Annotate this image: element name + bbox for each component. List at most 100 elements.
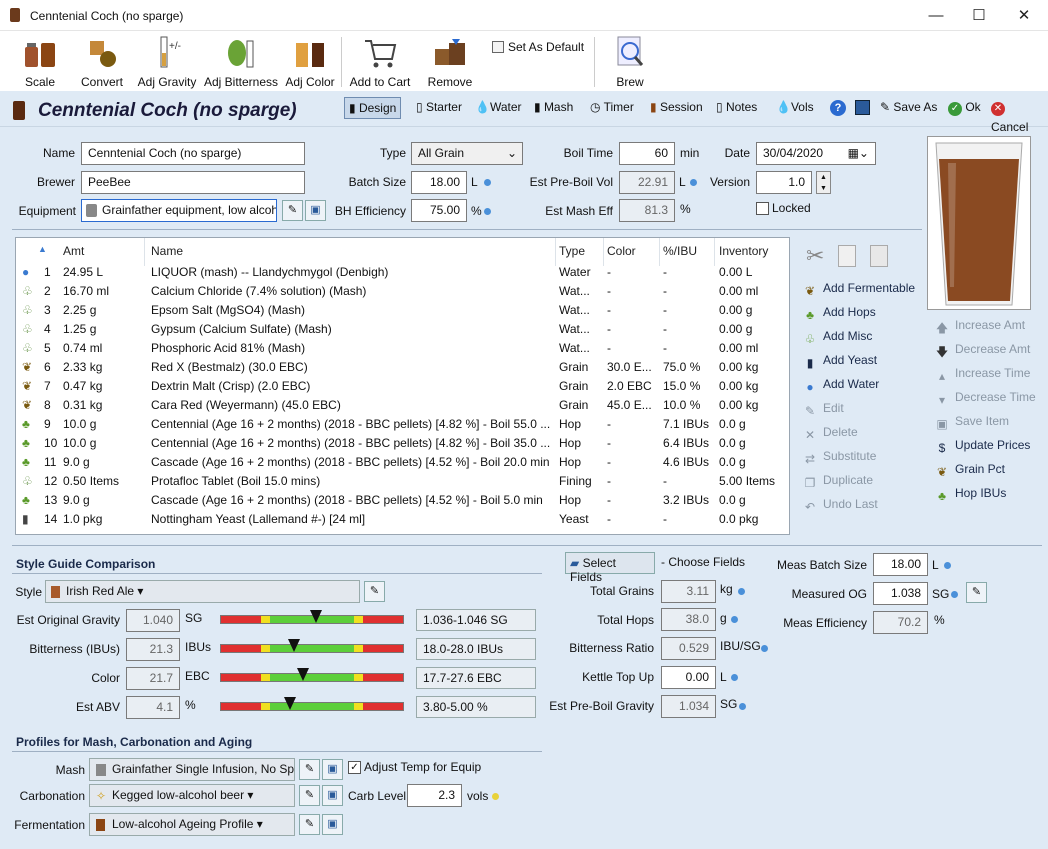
mash-profile-combo[interactable]: Grainfather Single Infusion, No Spa [89, 758, 295, 781]
grain-pct-button[interactable]: ❦ Grain Pct [934, 458, 1005, 480]
cancel-button[interactable]: ✕ Cancel [987, 97, 1048, 134]
window-title: Cenntenial Coch (no sparge) [30, 9, 184, 23]
table-row[interactable]: ❦ 7 0.47 kg Dextrin Malt (Crisp) (2.0 EBC) G… [16, 377, 789, 396]
version-field[interactable]: 1.0 [756, 171, 812, 194]
tab-water-label: Water [489, 100, 522, 114]
maximize-button[interactable]: ☐ [956, 0, 1002, 31]
table-row[interactable]: ● 1 24.95 L LIQUOR (mash) -- Llandychmygol … [16, 263, 789, 282]
brewer-field[interactable]: PeeBee [81, 171, 305, 194]
edit-style-icon[interactable]: ✎ [364, 581, 385, 602]
minimize-button[interactable]: — [913, 0, 959, 31]
bh-efficiency-field[interactable]: 75.00 [411, 199, 467, 222]
column-name[interactable]: Name [151, 244, 183, 258]
adj-gravity-button[interactable]: +/- Adj Gravity [136, 35, 198, 89]
table-row[interactable]: ♧ 4 1.25 g Gypsum (Calcium Sulfate) (Mash) W… [16, 320, 789, 339]
hydrometer-tool-icon[interactable]: ✎ [966, 582, 987, 603]
table-row[interactable]: ♧ 3 2.25 g Epsom Salt (MgSO4) (Mash) Wat... -… [16, 301, 789, 320]
table-row[interactable]: ♧ 12 0.50 Items Protafloc Tablet (Boil 15.0… [16, 472, 789, 491]
column-amt[interactable]: Amt [63, 244, 84, 258]
style-combo[interactable]: Irish Red Ale ▾ [45, 580, 360, 603]
increase-time-button[interactable]: ▴ Increase Time [934, 362, 1030, 384]
copy-icon[interactable] [838, 245, 856, 267]
tab-notes[interactable]: ▯ Notes [712, 97, 761, 119]
hop-icon: ♣ [22, 417, 30, 431]
adjust-temp-checkbox[interactable]: ✓ [348, 761, 361, 774]
cell-inv: 0.0 g [719, 417, 746, 431]
edit-equipment-icon[interactable]: ✎ [282, 200, 303, 221]
ok-button[interactable]: ✓ Ok [944, 97, 985, 119]
table-row[interactable]: ❦ 6 2.33 kg Red X (Bestmalz) (30.0 EBC) Grai… [16, 358, 789, 377]
save-carbonation-icon[interactable]: ▣ [322, 785, 343, 806]
add-fermentable-button[interactable]: ❦ Add Fermentable [802, 277, 915, 299]
table-row[interactable]: ♣ 11 9.0 g Cascade (Age 16 + 2 months) (201… [16, 453, 789, 472]
tab-timer[interactable]: ◷ Timer [586, 97, 638, 119]
table-row[interactable]: ♣ 9 10.0 g Centennial (Age 16 + 2 months) (… [16, 415, 789, 434]
puzzle-icon: ▰ [570, 556, 580, 570]
substitute-button[interactable]: ⇄ Substitute [802, 445, 876, 467]
hop-ibus-button[interactable]: ♣ Hop IBUs [934, 482, 1006, 504]
meas-batch-size-field[interactable]: 18.00 [873, 553, 928, 576]
close-button[interactable]: ✕ [1001, 0, 1047, 31]
sort-icon[interactable]: ▲ [38, 244, 47, 254]
kettle-top-up-field[interactable]: 0.00 [661, 666, 716, 689]
batch-size-field[interactable]: 18.00 [411, 171, 467, 194]
add-to-cart-button[interactable]: Add to Cart [348, 35, 412, 89]
version-spinner[interactable]: ▲ ▼ [816, 171, 831, 194]
table-row[interactable]: ♣ 13 9.0 g Cascade (Age 16 + 2 months) (201… [16, 491, 789, 510]
convert-button[interactable]: Convert [78, 35, 126, 89]
decrease-amt-button[interactable]: 🡇 Decrease Amt [934, 338, 1031, 360]
tab-water[interactable]: 💧Water [471, 97, 526, 119]
update-prices-button[interactable]: $ Update Prices [934, 434, 1031, 456]
edit-button[interactable]: ✎ Edit [802, 397, 844, 419]
carb-level-field[interactable]: 2.3 [407, 784, 462, 807]
add-yeast-button[interactable]: ▮ Add Yeast [802, 349, 877, 371]
save-icon[interactable] [855, 100, 870, 115]
add-misc-button[interactable]: ♧ Add Misc [802, 325, 873, 347]
help-icon[interactable]: ? [830, 100, 846, 116]
table-row[interactable]: ♧ 2 16.70 ml Calcium Chloride (7.4% solutio… [16, 282, 789, 301]
tab-starter[interactable]: ▯ Starter [412, 97, 466, 119]
locked-checkbox[interactable] [756, 202, 769, 215]
column-color[interactable]: Color [607, 244, 636, 258]
delete-button[interactable]: ✕ Delete [802, 421, 858, 443]
paste-icon[interactable] [870, 245, 888, 267]
tab-vols[interactable]: 💧Vols [772, 97, 818, 119]
increase-amt-button[interactable]: 🡅 Increase Amt [934, 314, 1025, 336]
select-fields-button[interactable]: ▰ Select Fields [565, 552, 655, 584]
add-hops-button[interactable]: ♣ Add Hops [802, 301, 876, 323]
equipment-combo[interactable]: Grainfather equipment, low alcoh [81, 199, 277, 222]
save-item-button[interactable]: ▣ Save Item [934, 410, 1009, 432]
date-picker[interactable]: 30/04/2020 ▦⌄ [756, 142, 876, 165]
set-as-default-button[interactable]: Set As Default [492, 40, 584, 54]
decrease-time-button[interactable]: ▾ Decrease Time [934, 386, 1036, 408]
boil-time-field[interactable]: 60 [619, 142, 675, 165]
edit-mash-icon[interactable]: ✎ [299, 759, 320, 780]
measured-og-field[interactable]: 1.038 [873, 582, 928, 605]
fermentation-combo[interactable]: Low-alcohol Ageing Profile ▾ [89, 813, 295, 836]
duplicate-button[interactable]: ❐ Duplicate [802, 469, 873, 491]
name-field[interactable]: Cenntenial Coch (no sparge) [81, 142, 305, 165]
tab-design[interactable]: ▮ Design [344, 97, 402, 119]
table-row[interactable]: ♧ 5 0.74 ml Phosphoric Acid 81% (Mash) Wat..… [16, 339, 789, 358]
column-ibu[interactable]: %/IBU [663, 244, 697, 258]
table-row[interactable]: ❦ 8 0.31 kg Cara Red (Weyermann) (45.0 EBC)… [16, 396, 789, 415]
undo-last-button[interactable]: ↶ Undo Last [802, 493, 878, 515]
table-row[interactable]: ♣ 10 10.0 g Centennial (Age 16 + 2 months) … [16, 434, 789, 453]
save-fermentation-icon[interactable]: ▣ [322, 814, 343, 835]
column-inventory[interactable]: Inventory [719, 244, 768, 258]
cut-icon[interactable]: ✂ [806, 243, 824, 269]
type-select[interactable]: All Grain ⌄ [411, 142, 523, 165]
tab-mash[interactable]: ▮ Mash [530, 97, 577, 119]
adj-bitterness-button[interactable]: Adj Bitterness [203, 35, 279, 89]
cell-type: Hop [559, 455, 582, 469]
tab-session[interactable]: ▮ Session [646, 97, 707, 119]
carbonation-combo[interactable]: ✧ Kegged low-alcohol beer ▾ [89, 784, 295, 807]
table-row[interactable]: ▮ 14 1.0 pkg Nottingham Yeast (Lallemand #-… [16, 510, 789, 529]
column-type[interactable]: Type [559, 244, 585, 258]
adj-color-button[interactable]: Adj Color [284, 35, 336, 89]
save-as-button[interactable]: ✎ Save As [876, 97, 941, 119]
save-mash-icon[interactable]: ▣ [322, 759, 343, 780]
edit-fermentation-icon[interactable]: ✎ [299, 814, 320, 835]
edit-carbonation-icon[interactable]: ✎ [299, 785, 320, 806]
add-water-button[interactable]: ● Add Water [802, 373, 879, 395]
